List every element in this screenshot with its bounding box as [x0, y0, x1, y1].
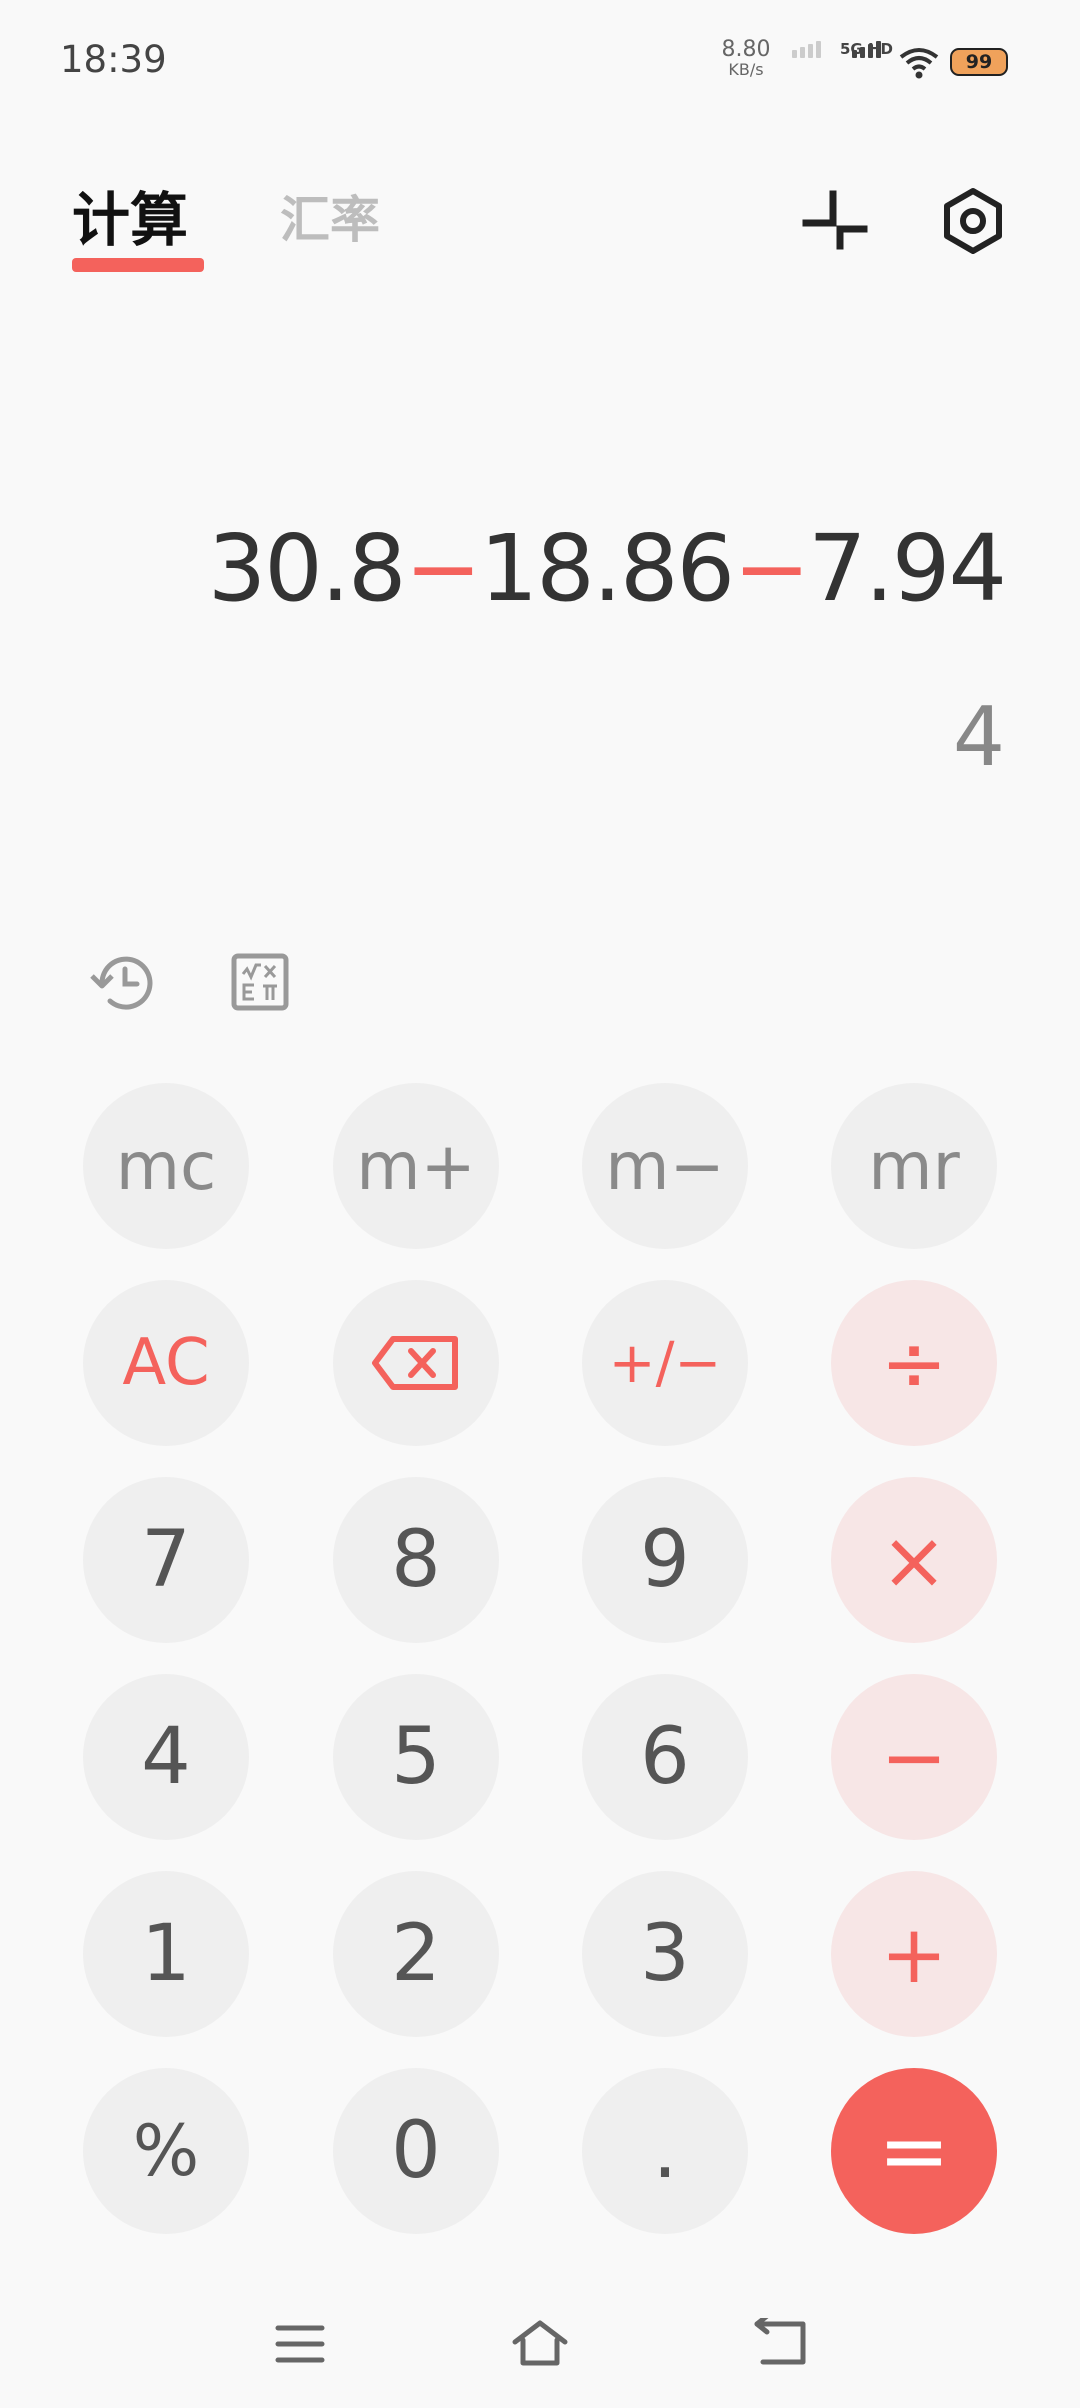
network-speed-unit: KB/s — [728, 60, 764, 79]
plus-minus-button[interactable]: +/− — [582, 1280, 748, 1446]
memory-subtract-button[interactable]: m− — [582, 1083, 748, 1249]
digit-4-button[interactable]: 4 — [83, 1674, 249, 1840]
decimal-button[interactable]: . — [582, 2068, 748, 2234]
all-clear-button[interactable]: AC — [83, 1280, 249, 1446]
digit-1-button[interactable]: 1 — [83, 1871, 249, 2037]
status-time: 18:39 — [60, 38, 167, 81]
digit-2-button[interactable]: 2 — [333, 1871, 499, 2037]
operand: 7.94 — [808, 515, 1007, 622]
tab-exchange-rate[interactable]: 汇率 — [280, 180, 380, 260]
settings-icon[interactable] — [938, 186, 1008, 256]
history-icon[interactable] — [88, 950, 158, 1016]
digit-5-button[interactable]: 5 — [333, 1674, 499, 1840]
divide-button[interactable]: ÷ — [831, 1280, 997, 1446]
percent-button[interactable]: % — [83, 2068, 249, 2234]
home-icon[interactable] — [510, 2318, 570, 2368]
digit-7-button[interactable]: 7 — [83, 1477, 249, 1643]
battery-indicator: 99 — [950, 48, 1008, 76]
network-type: 5G HD — [840, 40, 893, 58]
add-button[interactable]: + — [831, 1871, 997, 2037]
back-icon[interactable] — [753, 2318, 807, 2368]
network-speed-value: 8.80 — [721, 37, 771, 62]
mode-tabs: 计算 汇率 — [70, 180, 390, 280]
collapse-icon[interactable] — [800, 186, 870, 256]
digit-9-button[interactable]: 9 — [582, 1477, 748, 1643]
wifi-icon — [899, 48, 939, 79]
digit-3-button[interactable]: 3 — [582, 1871, 748, 2037]
memory-add-button[interactable]: m+ — [333, 1083, 499, 1249]
menu-icon[interactable] — [275, 2322, 325, 2366]
scientific-icon[interactable] — [230, 952, 290, 1012]
status-bar: 18:39 8.80 KB/s 5G HD 99 — [0, 0, 1080, 120]
operand: 18.86 — [479, 515, 735, 622]
operand: 30.8 — [207, 515, 407, 622]
result-display: 4 — [952, 690, 1005, 785]
memory-clear-button[interactable]: mc — [83, 1083, 249, 1249]
digit-8-button[interactable]: 8 — [333, 1477, 499, 1643]
memory-recall-button[interactable]: mr — [831, 1083, 997, 1249]
digit-0-button[interactable]: 0 — [333, 2068, 499, 2234]
digit-6-button[interactable]: 6 — [582, 1674, 748, 1840]
operator: − — [733, 515, 810, 622]
expression-display: 30.8−18.86−7.94 — [207, 515, 1007, 622]
tab-calculate[interactable]: 计算 — [72, 180, 188, 260]
operator: − — [404, 515, 482, 622]
tab-active-indicator — [72, 258, 204, 272]
battery-level: 99 — [965, 51, 993, 73]
network-speed: 8.80 KB/s — [720, 37, 772, 80]
multiply-button[interactable]: × — [831, 1477, 997, 1643]
equals-button[interactable]: = — [831, 2068, 997, 2234]
subtract-button[interactable]: − — [831, 1674, 997, 1840]
backspace-button[interactable] — [333, 1280, 499, 1446]
backspace-icon — [372, 1336, 458, 1390]
